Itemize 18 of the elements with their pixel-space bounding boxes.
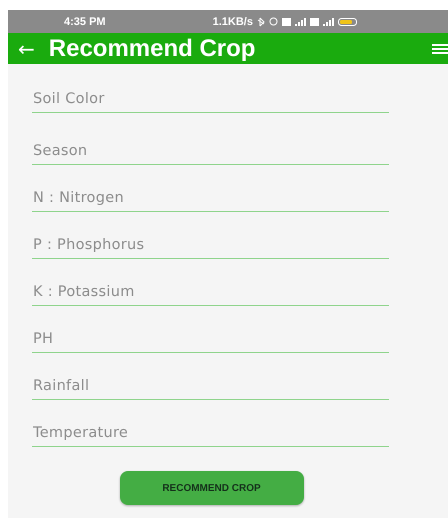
- input-field[interactable]: Rainfall: [32, 375, 389, 400]
- network-speed: 1.1KB/s: [212, 16, 253, 28]
- signal-icon: [322, 18, 334, 26]
- menu-icon[interactable]: [432, 44, 448, 54]
- signal-icon: [294, 18, 306, 26]
- input-field[interactable]: PH: [32, 328, 389, 353]
- input-field[interactable]: K : Potassium: [32, 281, 389, 306]
- input-field[interactable]: Soil Color: [32, 88, 389, 113]
- input-field[interactable]: N : Nitrogen: [32, 187, 389, 212]
- recommend-crop-button[interactable]: RECOMMEND CROP: [120, 471, 304, 505]
- input-field[interactable]: Temperature: [32, 422, 389, 447]
- input-field[interactable]: Season: [32, 140, 389, 165]
- screen-title: Recommend Crop: [48, 34, 256, 62]
- battery-icon: [338, 18, 357, 26]
- input-field[interactable]: P : Phosphorus: [32, 234, 389, 259]
- bluetooth-icon: [256, 16, 265, 26]
- status-time: 4:35 PM: [64, 16, 106, 28]
- back-button[interactable]: ←: [18, 38, 35, 58]
